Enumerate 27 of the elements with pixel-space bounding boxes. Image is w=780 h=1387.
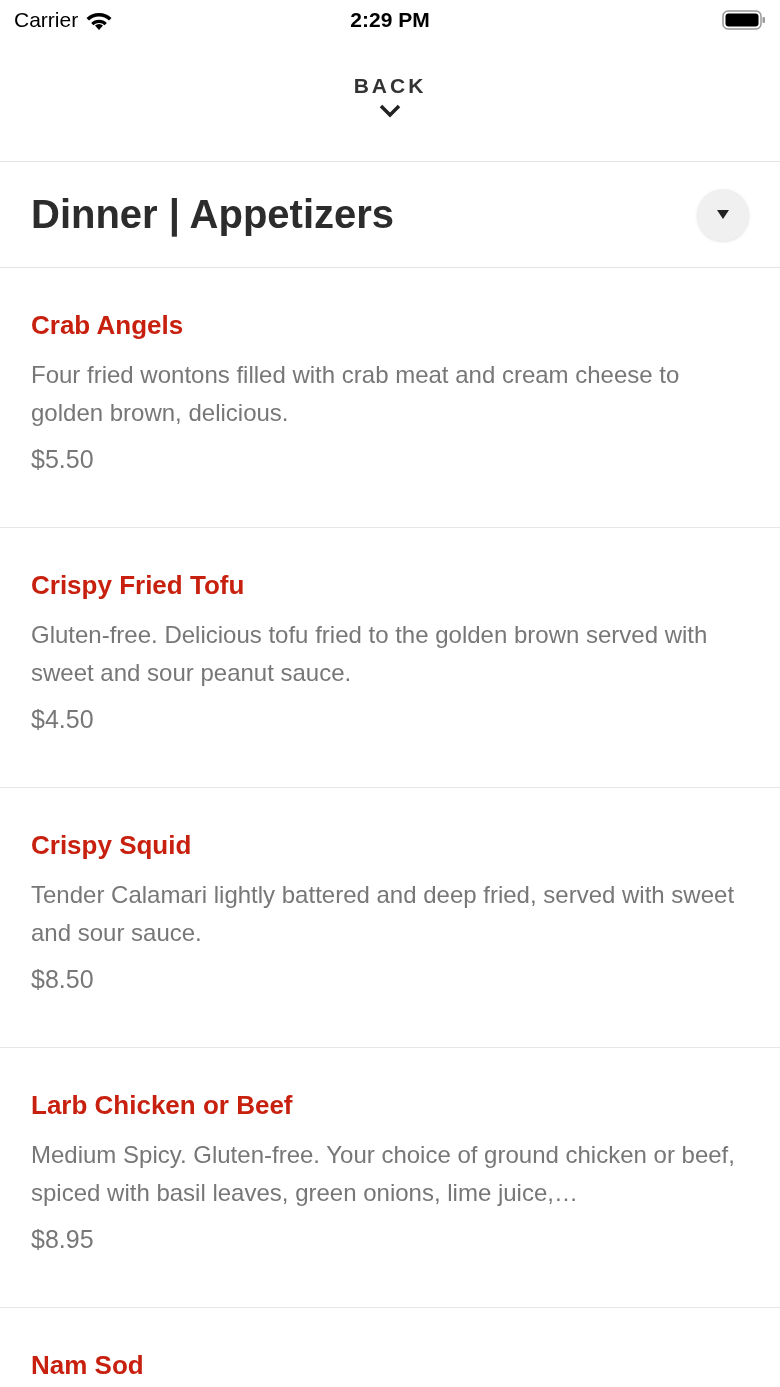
menu-item[interactable]: Crab Angels Four fried wontons filled with crab meat and cream cheese to golden brown, delicious. $5.50 (0, 268, 780, 528)
item-name: Nam Sod (31, 1349, 145, 1382)
wifi-icon (86, 10, 113, 30)
item-description: Four fried wontons filled with crab meat and cream cheese to golden brown, delicious. (31, 360, 681, 428)
menu-item[interactable]: Crispy Fried Tofu Gluten-free. Delicious tofu fried to the golden brown served with sweet and sour peanut sauce. $4.50 (0, 528, 780, 788)
battery-icon (722, 10, 766, 30)
carrier-label: Carrier (14, 8, 79, 32)
status-time: 2:29 PM (349, 8, 431, 32)
item-description: Gluten-free. Delicious tofu fried to the golden brown served with sweet and sour peanut sauce. (31, 620, 709, 688)
back-button[interactable]: BACK (353, 74, 427, 118)
menu-item[interactable]: Nam Sod (0, 1308, 780, 1387)
item-name: Larb Chicken or Beef (31, 1089, 294, 1122)
item-price: $8.95 (31, 1224, 95, 1255)
item-price: $8.50 (31, 964, 95, 995)
menu-item[interactable]: Crispy Squid Tender Calamari lightly battered and deep fried, served with sweet and sour sauce. $8.50 (0, 788, 780, 1048)
caret-icon (717, 210, 729, 219)
menu-item[interactable]: Larb Chicken or Beef Medium Spicy. Gluten-free. Your choice of ground chicken or beef, spiced with basil leaves, green onions, lime juice,… $8.95 (0, 1048, 780, 1308)
item-price: $5.50 (31, 444, 95, 475)
item-name: Crab Angels (31, 309, 185, 342)
item-description: Medium Spicy. Gluten-free. Your choice of ground chicken or beef, spiced with basil leaves, green onions, lime juice,… (31, 1140, 736, 1208)
item-description: Tender Calamari lightly battered and deep fried, served with sweet and sour sauce. (31, 880, 736, 948)
item-name: Crispy Squid (31, 829, 193, 862)
chevron-down-icon (379, 104, 401, 118)
item-price: $4.50 (31, 704, 95, 735)
dropdown-button[interactable] (697, 188, 749, 241)
item-name: Crispy Fried Tofu (31, 569, 246, 602)
section-title: Dinner | Appetizers (31, 192, 395, 237)
